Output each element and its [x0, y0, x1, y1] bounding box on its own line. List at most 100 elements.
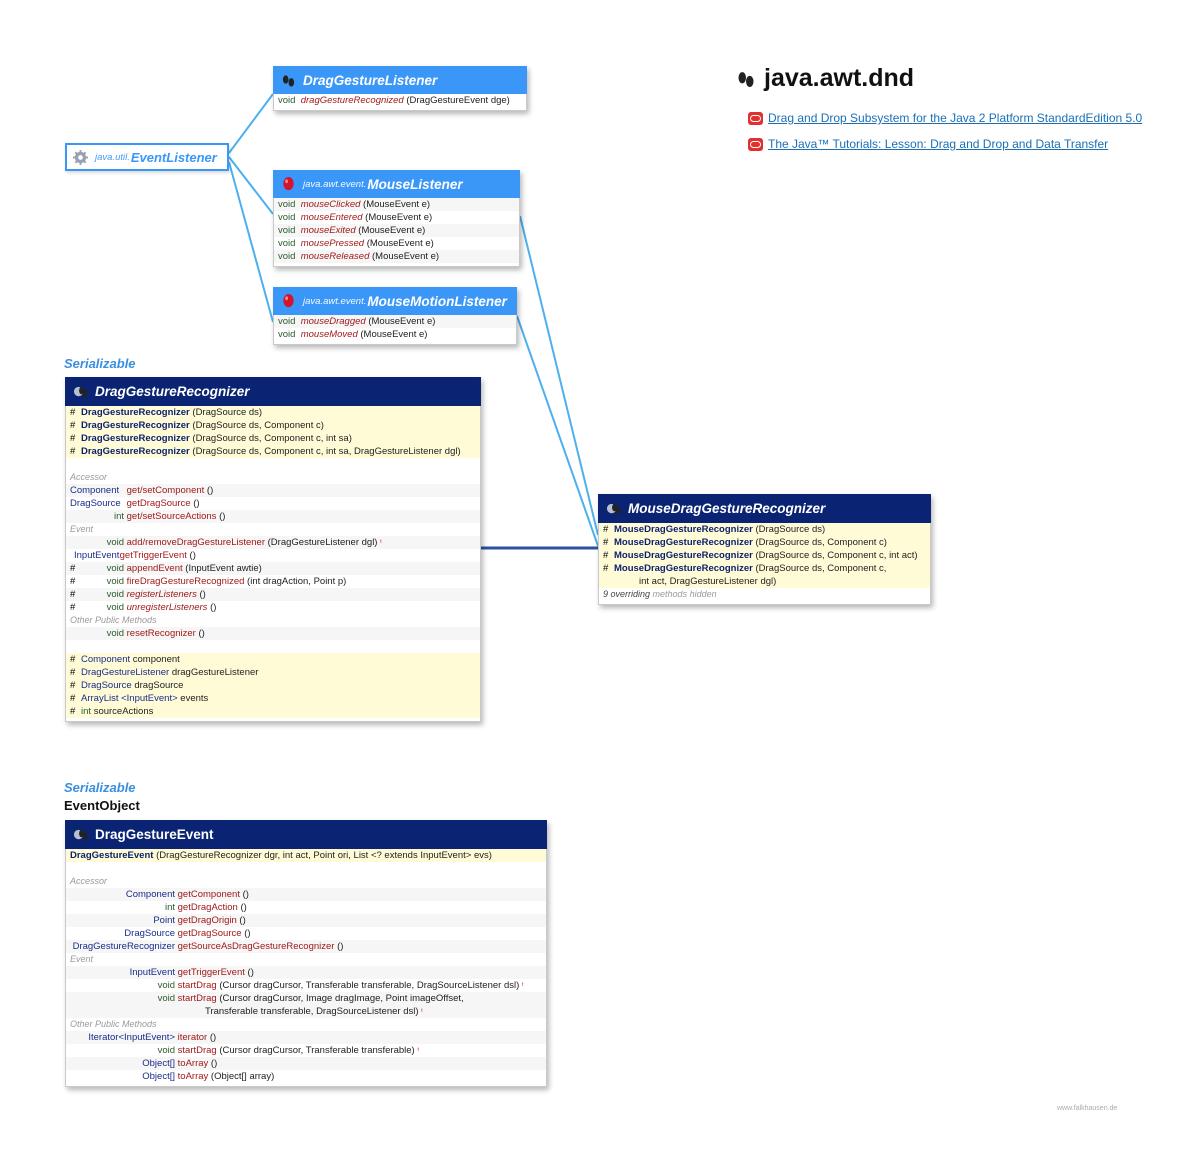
- constructor-row[interactable]: # MouseDragGestureRecognizer (DragSource …: [599, 549, 930, 562]
- field-type: ArrayList <InputEvent>: [81, 693, 178, 704]
- constructor-params: (DragSource ds, Component c): [755, 537, 887, 548]
- modifier: #: [70, 563, 76, 574]
- eventlistener-box[interactable]: java.util. EventListener: [65, 143, 229, 171]
- method-name: getDragSource: [126, 498, 191, 509]
- method-row[interactable]: void dragGestureRecognized (DragGestureE…: [274, 94, 526, 107]
- method-name: unregisterListeners: [126, 602, 208, 613]
- method-name: startDrag: [177, 1045, 217, 1056]
- method-row[interactable]: void mouseEntered (MouseEvent e): [274, 211, 519, 224]
- method-params: (int dragAction, Point p): [247, 576, 347, 587]
- method-name: getComponent: [177, 889, 240, 900]
- method-params: (Cursor dragCursor, Transferable transfe…: [219, 1045, 415, 1056]
- constructor-name: DragGestureRecognizer: [81, 446, 190, 457]
- return-type: void: [106, 589, 124, 600]
- method-name: toArray: [177, 1071, 209, 1082]
- hidden-methods-note: 9 overriding methods hidden: [599, 588, 930, 601]
- reference-link-1-text[interactable]: Drag and Drop Subsystem for the Java 2 P…: [768, 111, 1142, 125]
- draggesturelistener-name: DragGestureListener: [303, 72, 438, 88]
- field-row[interactable]: # DragGestureListener dragGestureListener: [66, 666, 480, 679]
- method-name: startDrag: [177, 980, 217, 991]
- oracle-icon: [748, 137, 763, 151]
- method-row[interactable]: # void registerListeners (): [66, 588, 480, 601]
- method-params: (MouseEvent e): [363, 199, 431, 210]
- return-type: InputEvent: [129, 967, 175, 978]
- field-type: int: [81, 706, 92, 717]
- footprints-gear-icon: [73, 386, 88, 398]
- method-row[interactable]: InputEvent getTriggerEvent (): [66, 966, 546, 979]
- method-row[interactable]: # void appendEvent (InputEvent awtie): [66, 562, 480, 575]
- return-type: void: [106, 537, 124, 548]
- draggestureevent-body: DragGestureEvent (DragGestureRecognizer …: [65, 849, 547, 1087]
- draggesturelistener-header: DragGestureListener: [273, 66, 527, 94]
- constructor-name: DragGestureRecognizer: [81, 433, 190, 444]
- method-row[interactable]: void startDrag (Cursor dragCursor, Image…: [66, 992, 546, 1005]
- method-params: (): [244, 928, 251, 939]
- reference-link-2-text[interactable]: The Java™ Tutorials: Lesson: Drag and Dr…: [768, 137, 1108, 151]
- method-row[interactable]: void startDrag (Cursor dragCursor, Trans…: [66, 1044, 546, 1057]
- constructor-row[interactable]: # DragGestureRecognizer (DragSource ds, C…: [66, 419, 480, 432]
- method-row[interactable]: Component get/setComponent (): [66, 484, 480, 497]
- constructor-row[interactable]: # DragGestureRecognizer (DragSource ds, C…: [66, 445, 480, 458]
- method-row[interactable]: void mouseClicked (MouseEvent e): [274, 198, 519, 211]
- reference-link-1[interactable]: Drag and Drop Subsystem for the Java 2 P…: [748, 111, 1142, 125]
- constructor-row[interactable]: # MouseDragGestureRecognizer (DragSource …: [599, 562, 930, 575]
- draggesturelistener-box[interactable]: DragGestureListener void dragGestureReco…: [273, 66, 527, 111]
- field-row[interactable]: # Component component: [66, 653, 480, 666]
- method-row[interactable]: void resetRecognizer (): [66, 627, 480, 640]
- method-row[interactable]: InputEvent getTriggerEvent (): [66, 549, 480, 562]
- line-eventlistener-mouselistener: [228, 156, 274, 215]
- return-type: Object[]: [142, 1071, 175, 1082]
- field-name: events: [180, 693, 209, 704]
- method-row[interactable]: void mouseMoved (MouseEvent e): [274, 328, 516, 341]
- field-type: DragSource: [81, 680, 132, 691]
- method-params: (): [189, 550, 196, 561]
- return-type: DragSource: [70, 498, 121, 509]
- constructor-row[interactable]: # DragGestureRecognizer (DragSource ds): [66, 406, 480, 419]
- method-row[interactable]: Object[] toArray (Object[] array): [66, 1070, 546, 1083]
- mouselistener-box[interactable]: java.awt.event. MouseListener void mouse…: [273, 170, 520, 267]
- method-row[interactable]: # void unregisterListeners (): [66, 601, 480, 614]
- dgr-stereotype: Serializable: [64, 356, 136, 371]
- method-row[interactable]: int getDragAction (): [66, 901, 546, 914]
- method-row[interactable]: void add/removeDragGestureListener (Drag…: [66, 536, 480, 549]
- constructor-name: MouseDragGestureRecognizer: [614, 537, 753, 548]
- method-row[interactable]: void mouseReleased (MouseEvent e): [274, 250, 519, 263]
- constructor-params: (DragSource ds, Component c, int sa, Dra…: [192, 446, 461, 457]
- field-name: dragGestureListener: [171, 667, 259, 678]
- method-name: startDrag: [177, 993, 217, 1004]
- draggestureevent-box[interactable]: DragGestureEvent DragGestureEvent (DragG…: [65, 820, 547, 1087]
- method-row[interactable]: void mousePressed (MouseEvent e): [274, 237, 519, 250]
- method-row[interactable]: Component getComponent (): [66, 888, 546, 901]
- thread-warning-icon: ᵗ: [521, 981, 524, 990]
- method-row[interactable]: # void fireDragGestureRecognized (int dra…: [66, 575, 480, 588]
- mousedraggesturerecognizer-box[interactable]: MouseDragGestureRecognizer # MouseDragGes…: [598, 494, 931, 605]
- draggesturerecognizer-box[interactable]: DragGestureRecognizer # DragGestureRecogn…: [65, 377, 481, 722]
- method-row[interactable]: DragSource getDragSource (): [66, 927, 546, 940]
- section-label-event: Event: [70, 954, 94, 964]
- field-row[interactable]: # int sourceActions: [66, 705, 480, 718]
- method-row-continuation: Transferable transferable, DragSourceLis…: [66, 1005, 546, 1018]
- field-name: sourceActions: [93, 706, 154, 717]
- constructor-row[interactable]: # MouseDragGestureRecognizer (DragSource …: [599, 536, 930, 549]
- method-row[interactable]: DragSource getDragSource (): [66, 497, 480, 510]
- method-name: getDragAction: [177, 902, 238, 913]
- mouselistener-methods: void mouseClicked (MouseEvent e) void mo…: [273, 198, 520, 267]
- method-row[interactable]: DragGestureRecognizer getSourceAsDragGes…: [66, 940, 546, 953]
- constructor-row[interactable]: # MouseDragGestureRecognizer (DragSource …: [599, 523, 930, 536]
- reference-link-2[interactable]: The Java™ Tutorials: Lesson: Drag and Dr…: [748, 137, 1108, 151]
- field-row[interactable]: # DragSource dragSource: [66, 679, 480, 692]
- method-row[interactable]: void mouseExited (MouseEvent e): [274, 224, 519, 237]
- method-row[interactable]: Point getDragOrigin (): [66, 914, 546, 927]
- constructor-row[interactable]: # DragGestureRecognizer (DragSource ds, C…: [66, 432, 480, 445]
- return-type: void: [106, 576, 124, 587]
- constructor-row[interactable]: DragGestureEvent (DragGestureRecognizer …: [66, 849, 546, 862]
- mousemotionlistener-box[interactable]: java.awt.event. MouseMotionListener void…: [273, 287, 517, 345]
- method-row[interactable]: int get/setSourceActions (): [66, 510, 480, 523]
- return-type: void: [278, 251, 296, 262]
- method-row[interactable]: void startDrag (Cursor dragCursor, Trans…: [66, 979, 546, 992]
- field-row[interactable]: # ArrayList <InputEvent> events: [66, 692, 480, 705]
- method-row[interactable]: Iterator<InputEvent> iterator (): [66, 1031, 546, 1044]
- method-row[interactable]: void mouseDragged (MouseEvent e): [274, 315, 516, 328]
- return-type: void: [278, 199, 296, 210]
- method-row[interactable]: Object[] toArray (): [66, 1057, 546, 1070]
